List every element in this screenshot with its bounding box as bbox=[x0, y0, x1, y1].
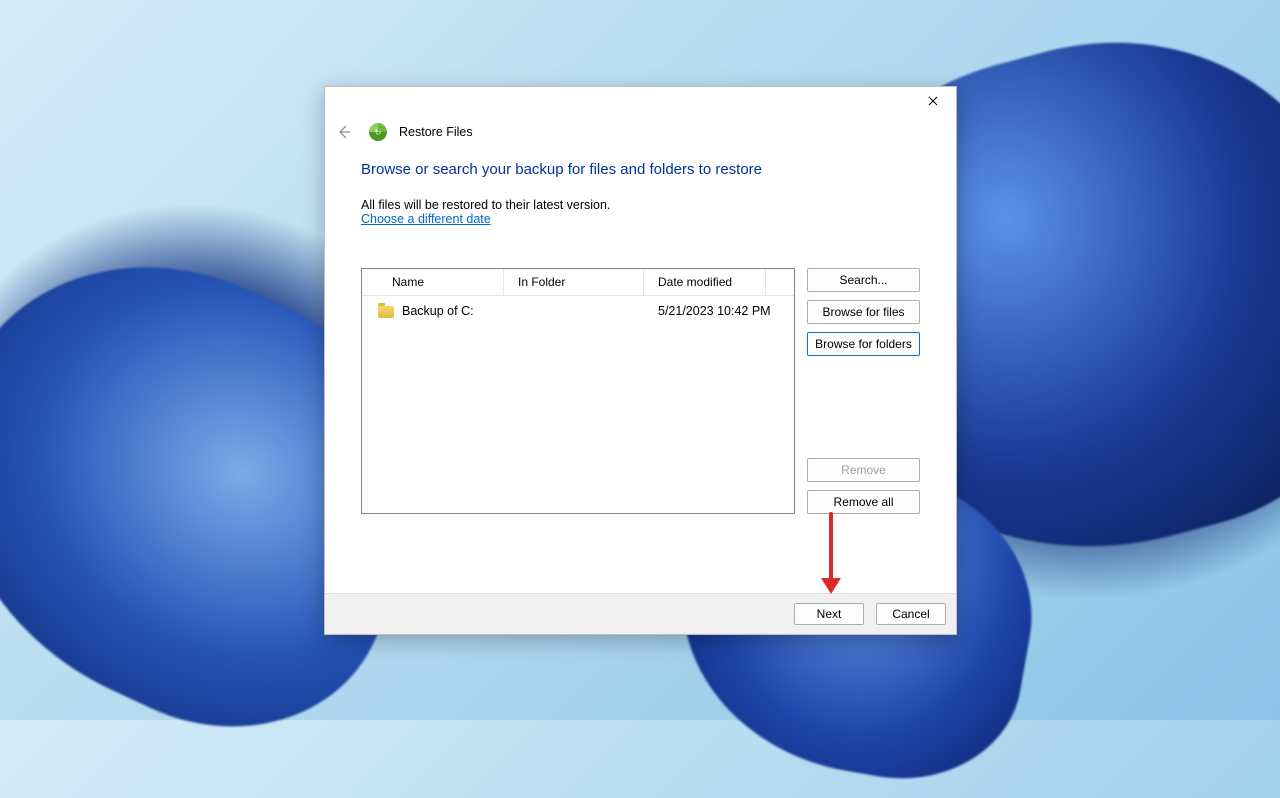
content-area: Browse or search your backup for files a… bbox=[325, 147, 956, 593]
back-button[interactable] bbox=[333, 121, 355, 143]
list-item[interactable]: Backup of C: 5/21/2023 10:42 PM bbox=[362, 296, 794, 326]
search-button[interactable]: Search... bbox=[807, 268, 920, 292]
cancel-button[interactable]: Cancel bbox=[876, 603, 946, 625]
header-row: Restore Files bbox=[325, 117, 956, 147]
cell-name: Backup of C: bbox=[362, 304, 504, 318]
titlebar bbox=[325, 87, 956, 117]
footer: Next Cancel bbox=[325, 593, 956, 634]
list-body: Backup of C: 5/21/2023 10:42 PM bbox=[362, 296, 794, 513]
item-name: Backup of C: bbox=[402, 304, 474, 318]
remove-button: Remove bbox=[807, 458, 920, 482]
cell-date-modified: 5/21/2023 10:42 PM bbox=[644, 304, 794, 318]
browse-folders-button[interactable]: Browse for folders bbox=[807, 332, 920, 356]
folder-icon bbox=[378, 306, 394, 318]
column-in-folder[interactable]: In Folder bbox=[504, 269, 644, 295]
choose-date-link[interactable]: Choose a different date bbox=[361, 212, 920, 226]
window-title: Restore Files bbox=[399, 125, 473, 139]
restore-files-dialog: Restore Files Browse or search your back… bbox=[324, 86, 957, 635]
column-date-modified[interactable]: Date modified bbox=[644, 269, 766, 295]
column-blank bbox=[766, 269, 794, 295]
page-heading: Browse or search your backup for files a… bbox=[361, 161, 920, 178]
middle-panel: Name In Folder Date modified Backup of C… bbox=[361, 268, 920, 514]
close-button[interactable] bbox=[910, 87, 956, 115]
list-header: Name In Folder Date modified bbox=[362, 269, 794, 296]
file-list[interactable]: Name In Folder Date modified Backup of C… bbox=[361, 268, 795, 514]
restore-icon bbox=[369, 123, 387, 141]
remove-all-button[interactable]: Remove all bbox=[807, 490, 920, 514]
restore-version-text: All files will be restored to their late… bbox=[361, 198, 920, 212]
side-buttons: Search... Browse for files Browse for fo… bbox=[807, 268, 920, 514]
browse-files-button[interactable]: Browse for files bbox=[807, 300, 920, 324]
next-button[interactable]: Next bbox=[794, 603, 864, 625]
column-name[interactable]: Name bbox=[362, 269, 504, 295]
